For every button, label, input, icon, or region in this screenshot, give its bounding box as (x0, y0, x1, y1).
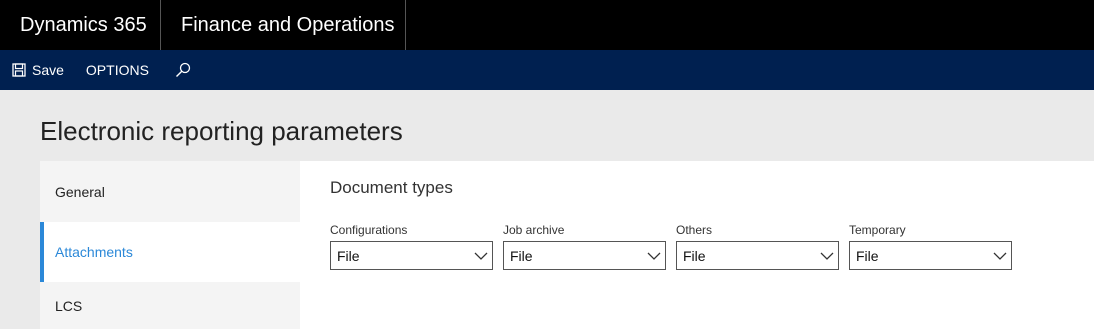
top-navigation-bar: Dynamics 365 Finance and Operations (0, 0, 1094, 50)
field-label: Others (676, 223, 713, 237)
dropdown-value: File (683, 247, 706, 264)
page-title: Electronic reporting parameters (40, 116, 403, 146)
search-icon (175, 62, 191, 77)
dropdown-value: File (856, 247, 879, 264)
chevron-down-icon (647, 252, 661, 260)
options-button[interactable]: OPTIONS (86, 62, 149, 78)
tab-content-panel: Document types Configurations File Job a… (300, 161, 1094, 329)
tab-label: General (55, 183, 105, 200)
save-label: Save (32, 62, 64, 78)
field-label: Job archive (503, 223, 565, 237)
dropdown-value: File (510, 247, 533, 264)
others-field: Others File (676, 223, 839, 270)
dynamics-365-brand[interactable]: Dynamics 365 (0, 0, 161, 50)
configurations-field: Configurations File (330, 223, 493, 270)
temporary-field: Temporary File (849, 223, 1012, 270)
tab-label: LCS (55, 297, 83, 314)
field-label: Temporary (849, 223, 906, 237)
job-archive-field: Job archive File (503, 223, 666, 270)
tab-label: Attachments (55, 244, 133, 260)
chevron-down-icon (820, 252, 834, 260)
chevron-down-icon (474, 252, 488, 260)
save-icon (12, 63, 26, 77)
vertical-tab-list: General Attachments LCS (40, 161, 300, 329)
tab-attachments[interactable]: Attachments (40, 222, 300, 282)
tab-general[interactable]: General (40, 161, 300, 222)
chevron-down-icon (993, 252, 1007, 260)
dropdown-value: File (337, 247, 360, 264)
app-name-link[interactable]: Finance and Operations (161, 0, 406, 50)
tab-lcs[interactable]: LCS (40, 282, 300, 329)
field-label: Configurations (330, 223, 408, 237)
temporary-dropdown[interactable]: File (849, 241, 1012, 270)
section-title: Document types (330, 178, 453, 197)
save-button[interactable]: Save (12, 62, 64, 78)
others-dropdown[interactable]: File (676, 241, 839, 270)
search-button[interactable] (175, 62, 191, 78)
job-archive-dropdown[interactable]: File (503, 241, 666, 270)
action-pane: Save OPTIONS (0, 50, 1094, 90)
configurations-dropdown[interactable]: File (330, 241, 493, 270)
